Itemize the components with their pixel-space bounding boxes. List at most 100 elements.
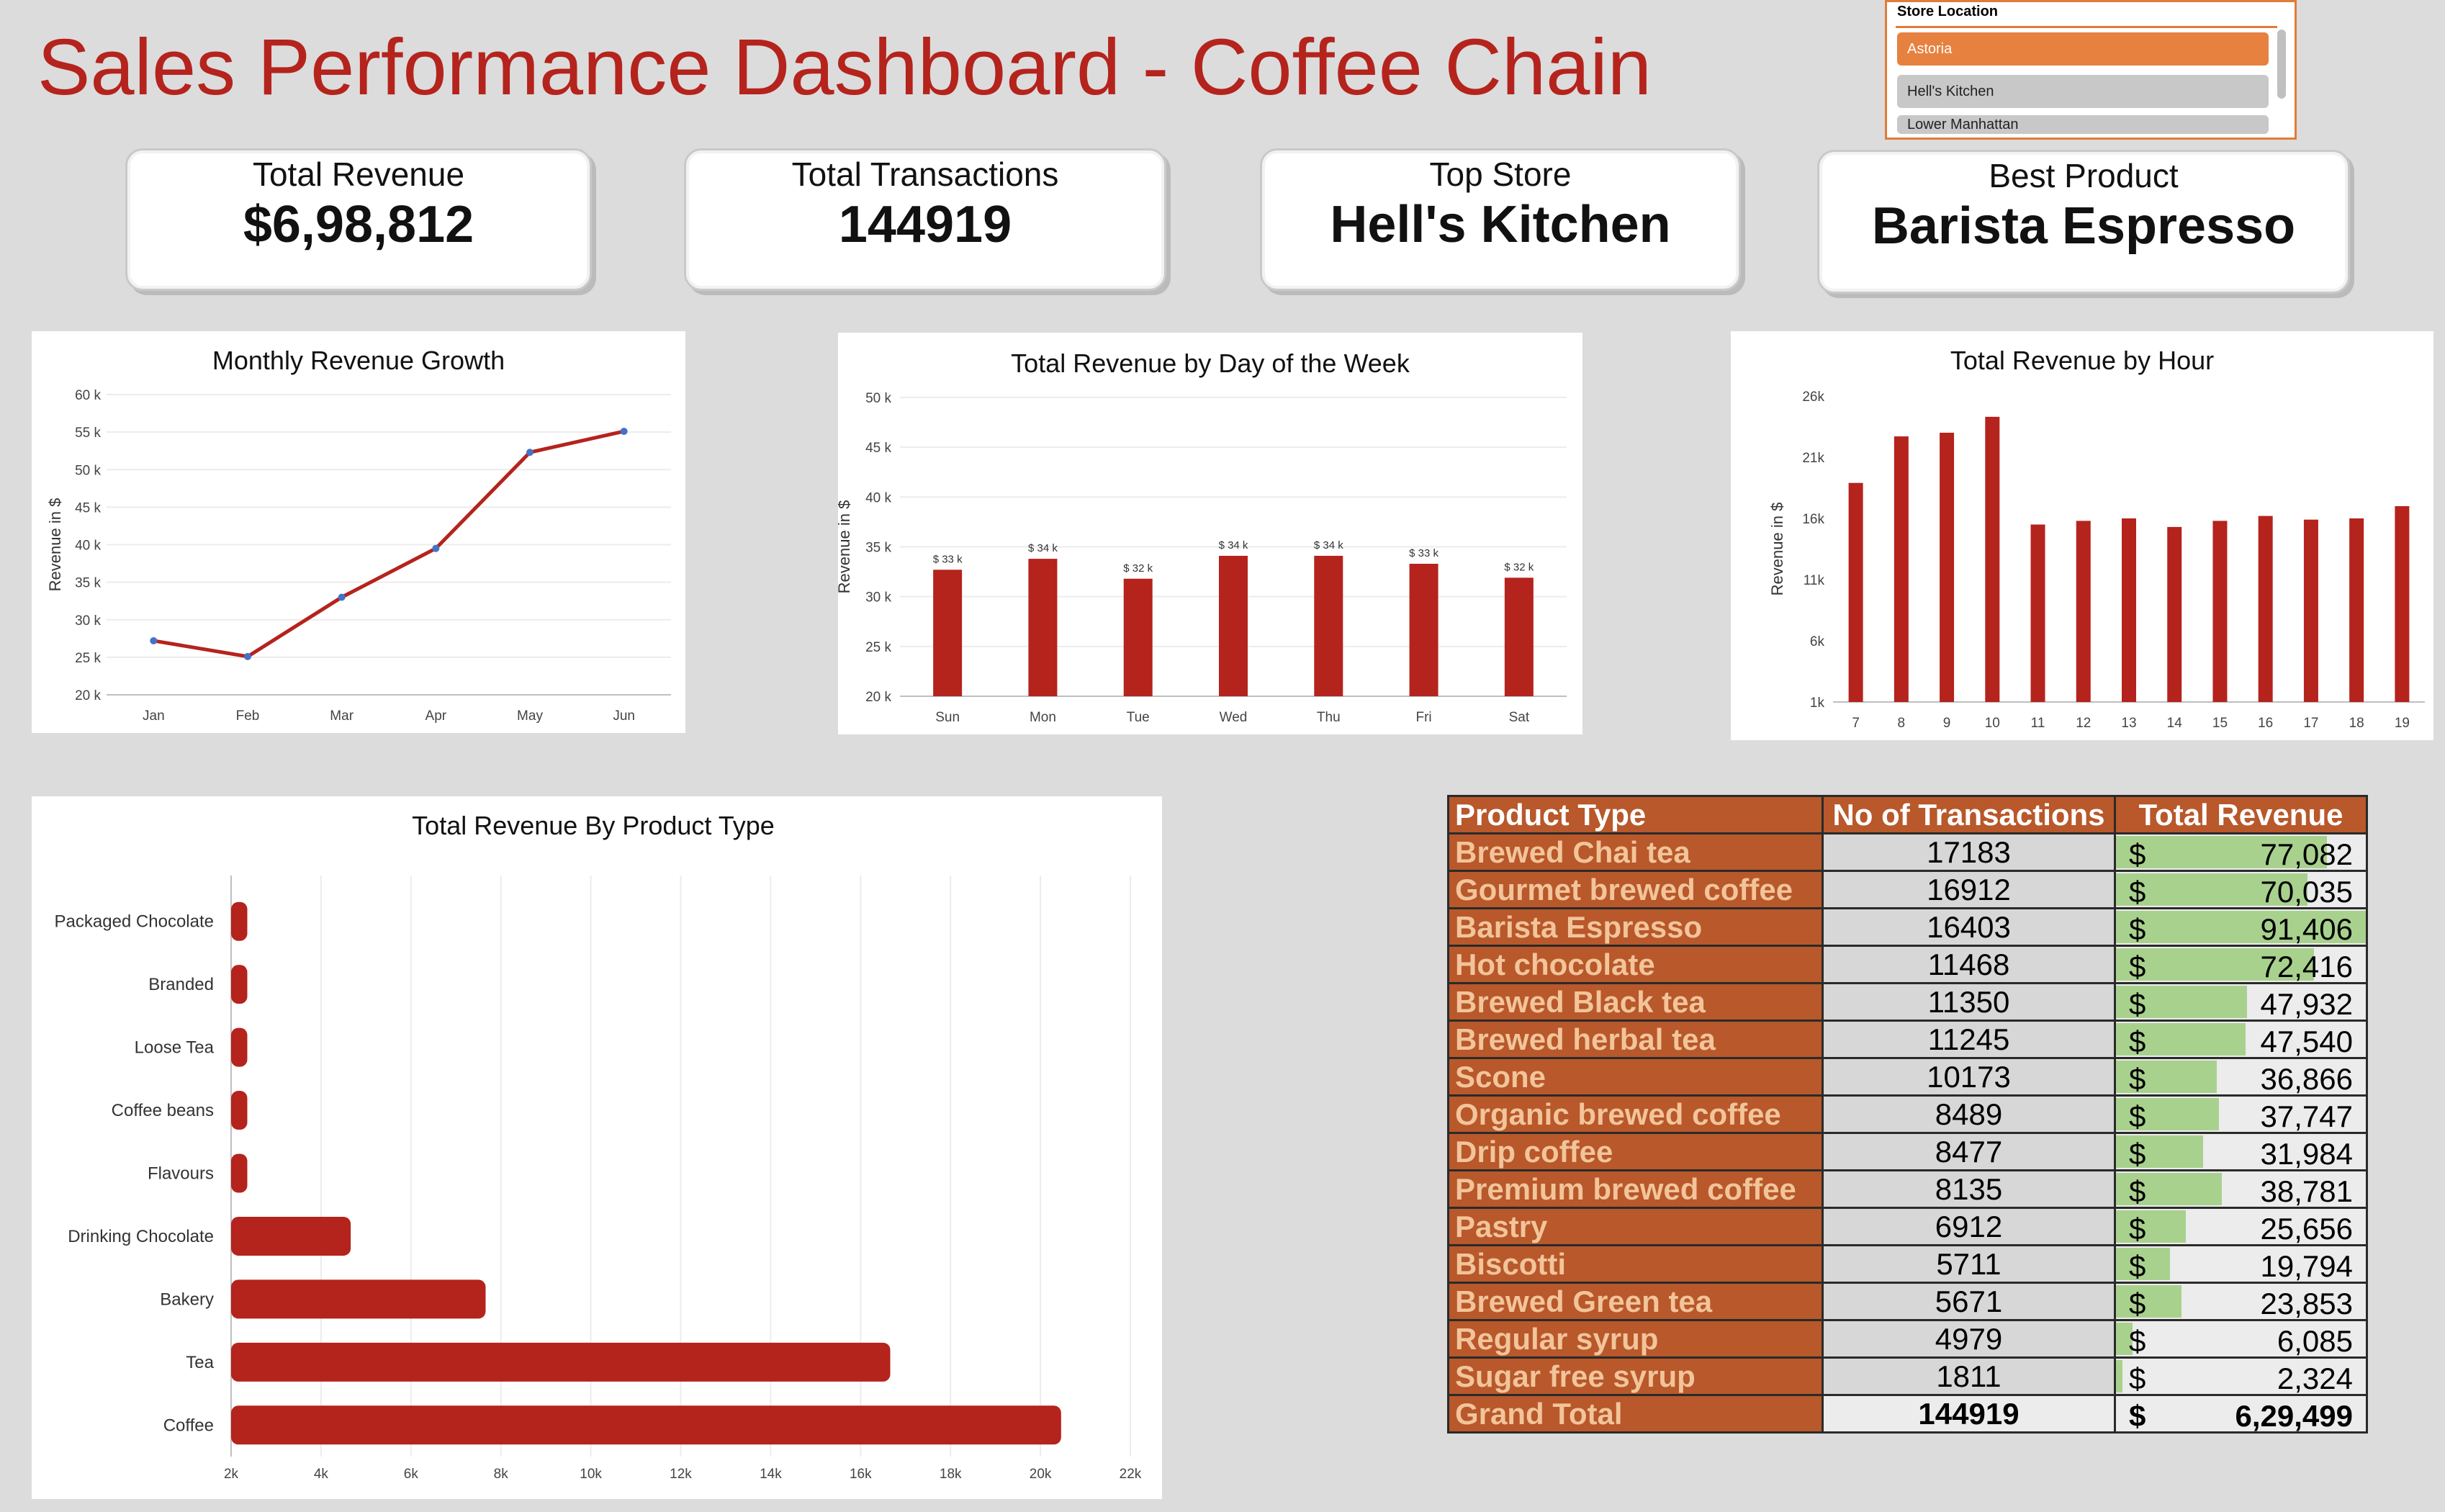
- column-header-total-revenue[interactable]: Total Revenue: [2114, 795, 2368, 834]
- column-header-transactions[interactable]: No of Transactions: [1822, 795, 2116, 834]
- product-type-cell: Grand Total: [1447, 1394, 1824, 1434]
- currency-symbol: $: [2129, 1174, 2146, 1208]
- category-label: Drinking Chocolate: [68, 1227, 214, 1246]
- product-type-cell: Regular syrup: [1447, 1319, 1824, 1359]
- category-label: Flavours: [148, 1164, 214, 1184]
- transactions-cell: 144919: [1822, 1394, 2116, 1434]
- x-tick-label: 17: [2303, 716, 2318, 731]
- table-row: Regular syrup 4979 $6,085: [1447, 1319, 2368, 1359]
- dashboard-title: Sales Performance Dashboard - Coffee Cha…: [37, 23, 1652, 112]
- data-point: [526, 449, 533, 456]
- currency-symbol: $: [2129, 1362, 2146, 1395]
- kpi-value: $6,98,812: [243, 196, 474, 253]
- weekday-revenue-chart: Total Revenue by Day of the Week 20 k 25 …: [838, 333, 1582, 734]
- revenue-cell: $47,540: [2114, 1020, 2368, 1059]
- product-type-cell: Brewed Black tea: [1447, 982, 1824, 1022]
- x-tick-label: 15: [2212, 716, 2228, 731]
- table-header-row: Product Type No of Transactions Total Re…: [1447, 795, 2368, 834]
- revenue-value: 25,656: [2260, 1212, 2353, 1246]
- currency-symbol: $: [2129, 837, 2146, 871]
- y-tick-label: 30 k: [75, 613, 101, 629]
- kpi-total-revenue: Total Revenue $6,98,812: [125, 148, 592, 291]
- revenue-cell: $37,747: [2114, 1094, 2368, 1134]
- bar: [231, 1405, 1061, 1445]
- revenue-value: 77,082: [2260, 837, 2353, 871]
- revenue-value: 36,866: [2260, 1062, 2353, 1096]
- slicer-scrollbar[interactable]: [2277, 30, 2286, 99]
- data-point: [244, 652, 251, 660]
- y-axis-label: Revenue in $: [838, 500, 853, 594]
- bar: [2030, 524, 2045, 702]
- bar: [1504, 577, 1534, 696]
- y-tick-label: 45 k: [865, 441, 891, 456]
- revenue-cell: $36,866: [2114, 1057, 2368, 1097]
- data-label: $ 34 k: [1219, 539, 1248, 552]
- transactions-cell: 8135: [1822, 1169, 2116, 1209]
- y-tick-label: 35 k: [75, 576, 101, 591]
- grand-total-row: Grand Total 144919 $6,29,499: [1447, 1394, 2368, 1434]
- revenue-value: 91,406: [2260, 912, 2353, 946]
- product-type-cell: Brewed herbal tea: [1447, 1020, 1824, 1059]
- y-tick-label: 45 k: [75, 500, 101, 516]
- kpi-top-store: Top Store Hell's Kitchen: [1260, 148, 1741, 291]
- bar: [231, 901, 248, 941]
- slicer-item-astoria[interactable]: Astoria: [1897, 32, 2269, 66]
- y-tick-label: 1k: [1810, 696, 1825, 711]
- currency-symbol: $: [2129, 1287, 2146, 1320]
- x-tick-label: 16: [2258, 716, 2273, 731]
- slicer-item-lower-manhattan[interactable]: Lower Manhattan: [1897, 115, 2269, 134]
- x-tick-label: Jan: [143, 708, 165, 724]
- revenue-cell: $31,984: [2114, 1132, 2368, 1171]
- revenue-value: 38,781: [2260, 1174, 2353, 1208]
- x-tick-label: 20k: [1030, 1467, 1052, 1482]
- bar: [1123, 578, 1153, 696]
- revenue-cell: $72,416: [2114, 945, 2368, 984]
- product-type-cell: Biscotti: [1447, 1244, 1824, 1284]
- bar: [2303, 519, 2318, 702]
- product-type-cell: Brewed Green tea: [1447, 1282, 1824, 1321]
- x-tick-label: 18k: [940, 1467, 962, 1482]
- revenue-data-bar: [2116, 1285, 2181, 1318]
- transactions-cell: 11350: [1822, 982, 2116, 1022]
- product-type-cell: Pastry: [1447, 1207, 1824, 1246]
- y-tick-label: 6k: [1810, 634, 1825, 649]
- column-header-product-type[interactable]: Product Type: [1447, 795, 1824, 834]
- y-tick-label: 21k: [1802, 451, 1824, 466]
- table-row: Hot chocolate 11468 $72,416: [1447, 945, 2368, 984]
- table-row: Brewed Black tea 11350 $47,932: [1447, 982, 2368, 1022]
- x-tick-label: 8: [1898, 716, 1906, 731]
- revenue-cell: $2,324: [2114, 1356, 2368, 1396]
- currency-symbol: $: [2129, 1212, 2146, 1246]
- x-tick-label: 10: [1985, 716, 2000, 731]
- y-axis-label: Revenue in $: [1768, 503, 1786, 596]
- store-location-slicer[interactable]: Store Location Astoria Hell's Kitchen Lo…: [1885, 0, 2297, 140]
- currency-symbol: $: [2129, 1324, 2146, 1358]
- x-tick-label: Jun: [613, 708, 635, 724]
- product-type-table: Product Type No of Transactions Total Re…: [1447, 795, 2368, 1434]
- kpi-value: Barista Espresso: [1871, 197, 2296, 255]
- category-label: Coffee: [163, 1416, 214, 1435]
- transactions-cell: 1811: [1822, 1356, 2116, 1396]
- transactions-cell: 16403: [1822, 907, 2116, 947]
- revenue-cell: $6,085: [2114, 1319, 2368, 1359]
- y-tick-label: 25 k: [75, 651, 101, 666]
- x-tick-label: 14k: [760, 1467, 782, 1482]
- y-tick-label: 55 k: [75, 426, 101, 441]
- x-tick-label: 7: [1852, 716, 1860, 731]
- bar: [2076, 521, 2091, 702]
- x-tick-label: 14: [2167, 716, 2183, 731]
- x-tick-label: 16k: [850, 1467, 872, 1482]
- monthly-revenue-chart: Monthly Revenue Growth 20 k 25 k 30 k 35 k4…: [32, 331, 685, 733]
- bar: [2212, 521, 2228, 702]
- hourly-revenue-plot: 1k 6k 11k 16k 21k 26k 7 8 9 10 11 12 13 14 15 16 17 18 19 R…: [1768, 390, 2425, 731]
- x-tick-label: 2k: [224, 1467, 239, 1482]
- slicer-item-hells-kitchen[interactable]: Hell's Kitchen: [1897, 75, 2269, 108]
- data-point: [432, 544, 440, 552]
- table-row: Scone 10173 $36,866: [1447, 1057, 2368, 1097]
- bar: [1219, 555, 1248, 696]
- bar: [1985, 416, 2000, 702]
- bar: [1409, 564, 1438, 696]
- x-tick-label: Mar: [330, 708, 354, 724]
- revenue-value: 70,035: [2260, 875, 2353, 909]
- category-label: Bakery: [160, 1290, 214, 1309]
